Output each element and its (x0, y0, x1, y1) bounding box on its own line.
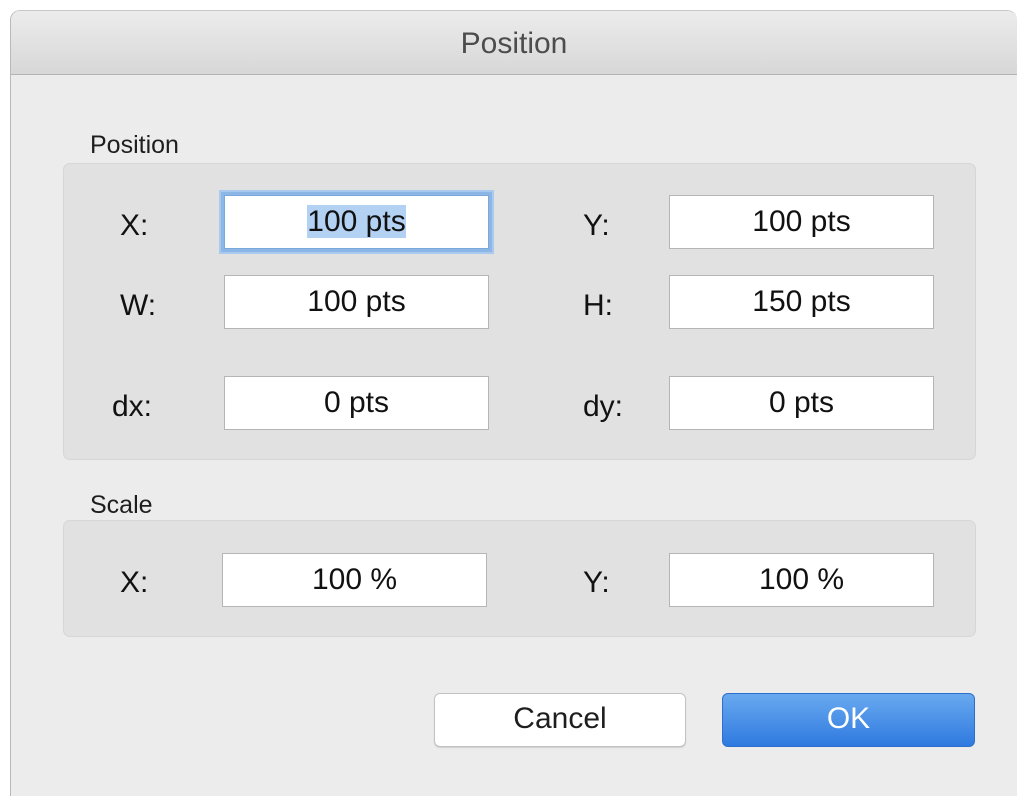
scale-y-input[interactable] (669, 553, 934, 607)
position-dx-label: dx: (112, 390, 153, 423)
cancel-button[interactable]: Cancel (434, 693, 686, 747)
position-w-input[interactable] (224, 275, 489, 329)
scale-x-input[interactable] (222, 553, 487, 607)
position-group: X: 100 pts Y: W: H: dx: dy: (63, 163, 976, 460)
position-section-label: Position (90, 131, 179, 159)
position-h-label: H: (583, 289, 613, 322)
position-x-selected-text: 100 pts (307, 205, 406, 238)
ok-button[interactable]: OK (722, 693, 975, 747)
position-y-input[interactable] (669, 195, 934, 249)
position-h-input[interactable] (669, 275, 934, 329)
scale-x-label: X: (120, 566, 149, 599)
scale-section-label: Scale (90, 491, 153, 519)
position-dx-input[interactable] (224, 376, 489, 430)
position-y-label: Y: (583, 209, 610, 242)
scale-group: X: Y: (63, 520, 976, 637)
position-dy-label: dy: (583, 390, 624, 423)
title-bar[interactable]: Position (11, 11, 1017, 75)
dialog-title: Position (460, 27, 568, 60)
position-dy-input[interactable] (669, 376, 934, 430)
position-x-label: X: (120, 209, 149, 242)
scale-y-label: Y: (583, 566, 610, 599)
position-w-label: W: (120, 289, 157, 322)
position-x-input[interactable]: 100 pts (224, 195, 489, 249)
position-dialog: Position Position X: 100 pts Y: W: H: dx… (10, 10, 1017, 796)
